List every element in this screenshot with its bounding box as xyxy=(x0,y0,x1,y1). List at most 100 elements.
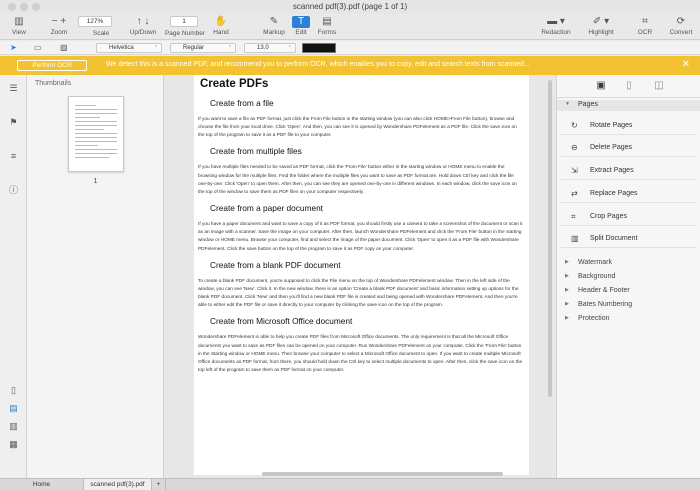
ocr-banner: Perform OCR We detect this is a scanned … xyxy=(0,56,700,75)
perform-ocr-button[interactable]: Perform OCR xyxy=(17,60,87,71)
collapse-arrow-icon: ▼ xyxy=(565,101,570,107)
section-heading[interactable]: Create from Microsoft Office document xyxy=(210,316,523,326)
section-heading[interactable]: Create from multiple files xyxy=(210,146,523,156)
up-down-button[interactable]: ↑ ↓ Up/Down xyxy=(128,16,158,36)
rotate-icon: ↻ xyxy=(571,121,578,130)
section-heading[interactable]: Create from a file xyxy=(210,98,523,108)
ocr-icon: ⌗ xyxy=(642,16,648,27)
section-body[interactable]: To create a blank PDF document, you're s… xyxy=(198,278,523,311)
page-view-icon[interactable]: ◫ xyxy=(652,79,666,93)
left-rail: ☰ ⚑ ≡ ⓘ ▯ ▤ ▥ ▦ xyxy=(0,75,27,478)
title-bar: scanned pdf(3).pdf (page 1 of 1) xyxy=(0,0,700,14)
delete-pages-button[interactable]: ⊖ Delete Pages xyxy=(561,138,697,157)
edit-button[interactable]: T Edit xyxy=(288,16,314,36)
section-body[interactable]: If you have a paper document and want to… xyxy=(198,221,523,254)
arrow-up-down-icon: ↑ ↓ xyxy=(136,16,150,27)
tab-document[interactable]: scanned pdf(3).pdf xyxy=(84,479,152,490)
extract-pages-button[interactable]: ⇲ Extract Pages xyxy=(561,161,697,180)
replace-icon: ⇄ xyxy=(571,189,578,198)
expand-arrow-icon: ▶ xyxy=(565,287,569,293)
delete-page-icon: ⊖ xyxy=(571,143,578,152)
main-toolbar: ▥ View − + Zoom 127% Scale ↑ ↓ Up/Down 1 Pa… xyxy=(0,14,700,40)
close-icon[interactable]: ✕ xyxy=(682,59,690,70)
thumbnails-header: Thumbnails xyxy=(35,80,72,87)
highlight-button[interactable]: ✐ ▾ Highlight xyxy=(582,16,620,36)
bookmark-icon[interactable]: ⚑ xyxy=(8,117,19,128)
highlight-icon: ✐ ▾ xyxy=(592,16,610,27)
image-icon[interactable]: ▨ xyxy=(60,43,68,52)
tab-home[interactable]: Home xyxy=(0,479,84,490)
page-thumbnail[interactable] xyxy=(68,96,124,172)
page-tools-icon[interactable]: ▣ xyxy=(594,79,608,93)
convert-button[interactable]: ⟳ Convert xyxy=(666,16,696,36)
add-tab-button[interactable]: + xyxy=(152,479,166,490)
thumbnail-page-number: 1 xyxy=(93,178,98,185)
info-icon[interactable]: ⓘ xyxy=(8,185,19,196)
document-view[interactable]: Create PDFs Create from a file If you wa… xyxy=(164,75,556,478)
two-page-continuous-icon[interactable]: ▦ xyxy=(8,439,19,450)
pdf-page[interactable]: Create PDFs Create from a file If you wa… xyxy=(194,75,529,475)
hand-icon: ✋ xyxy=(214,16,228,27)
section-heading[interactable]: Create from a blank PDF document xyxy=(210,260,523,270)
split-document-button[interactable]: ▥ Split Document xyxy=(561,229,697,248)
section-body[interactable]: Wondershare PDFelement is able to help y… xyxy=(198,334,523,375)
zoom-input[interactable]: 127% xyxy=(78,16,112,27)
scale-label: Scale xyxy=(92,30,110,37)
watermark-section[interactable]: ▶ Watermark xyxy=(557,257,700,269)
forms-icon: ▤ xyxy=(322,16,332,27)
expand-arrow-icon: ▶ xyxy=(565,259,569,265)
expand-arrow-icon: ▶ xyxy=(565,315,569,321)
two-page-icon[interactable]: ▥ xyxy=(8,421,19,432)
thumbnails-panel: Thumbnails 1 xyxy=(27,75,164,478)
font-color-swatch[interactable] xyxy=(302,43,336,53)
forms-button[interactable]: ▤ Forms xyxy=(314,16,340,36)
continuous-page-icon[interactable]: ▤ xyxy=(8,403,19,414)
redaction-button[interactable]: ▬ ▾ Redaction xyxy=(536,16,576,36)
expand-arrow-icon: ▶ xyxy=(565,301,569,307)
page-number-input[interactable]: 1 xyxy=(170,16,198,27)
background-section[interactable]: ▶ Background xyxy=(557,271,700,283)
hand-tool-button[interactable]: ✋ Hand xyxy=(208,16,234,36)
redaction-icon: ▬ ▾ xyxy=(547,16,565,27)
markup-icon: ✎ xyxy=(269,16,279,27)
section-heading[interactable]: Create from a paper document xyxy=(210,203,523,213)
vertical-scrollbar[interactable] xyxy=(548,80,552,397)
convert-icon: ⟳ xyxy=(676,16,686,27)
ocr-banner-message: We detect this is a scanned PDF, and rec… xyxy=(106,61,530,68)
document-tab-bar: Home scanned pdf(3).pdf + xyxy=(0,478,700,490)
section-body[interactable]: If you want to save a file as PDF format… xyxy=(198,116,523,140)
bates-numbering-section[interactable]: ▶ Bates Numbering xyxy=(557,299,700,311)
single-page-icon[interactable]: ▯ xyxy=(8,385,19,396)
font-style-select[interactable]: Regular xyxy=(170,43,236,53)
split-icon: ▥ xyxy=(571,234,579,243)
sidebar-icon: ▥ xyxy=(14,16,24,27)
document-icon[interactable]: ▯ xyxy=(622,79,636,93)
font-size-select[interactable]: 13.0 xyxy=(244,43,296,53)
horizontal-scrollbar[interactable] xyxy=(262,472,503,476)
edit-text-icon: T xyxy=(292,16,310,28)
crop-pages-button[interactable]: ⌗ Crop Pages xyxy=(561,207,697,226)
extract-icon: ⇲ xyxy=(571,166,578,175)
right-panel: ▣ ▯ ◫ ▼ Pages ↻ Rotate Pages ⊖ Delete Pages… xyxy=(556,75,700,478)
font-family-select[interactable]: Helvetica xyxy=(96,43,162,53)
rotate-pages-button[interactable]: ↻ Rotate Pages xyxy=(561,116,697,135)
expand-arrow-icon: ▶ xyxy=(565,273,569,279)
markup-button[interactable]: ✎ Markup xyxy=(260,16,288,36)
crop-icon: ⌗ xyxy=(571,212,576,221)
select-pointer-icon[interactable]: ➤ xyxy=(10,43,17,52)
header-footer-section[interactable]: ▶ Header & Footer xyxy=(557,285,700,297)
format-bar: ➤ ▭ ▨ Helvetica Regular 13.0 xyxy=(0,41,700,55)
ocr-button[interactable]: ⌗ OCR xyxy=(630,16,660,36)
document-title[interactable]: Create PDFs xyxy=(200,78,523,90)
section-body[interactable]: If you have multiple files needed to be … xyxy=(198,164,523,197)
view-button[interactable]: ▥ View xyxy=(4,16,34,36)
protection-section[interactable]: ▶ Protection xyxy=(557,313,700,325)
window-title: scanned pdf(3).pdf (page 1 of 1) xyxy=(292,2,408,11)
annotation-list-icon[interactable]: ≡ xyxy=(8,151,19,162)
pages-section-header[interactable]: ▼ Pages xyxy=(557,100,700,111)
text-box-icon[interactable]: ▭ xyxy=(34,43,42,52)
thumbnails-icon[interactable]: ☰ xyxy=(8,83,19,94)
page-number-label: Page Number xyxy=(164,30,206,37)
replace-pages-button[interactable]: ⇄ Replace Pages xyxy=(561,184,697,203)
zoom-button[interactable]: − + Zoom xyxy=(44,16,74,36)
